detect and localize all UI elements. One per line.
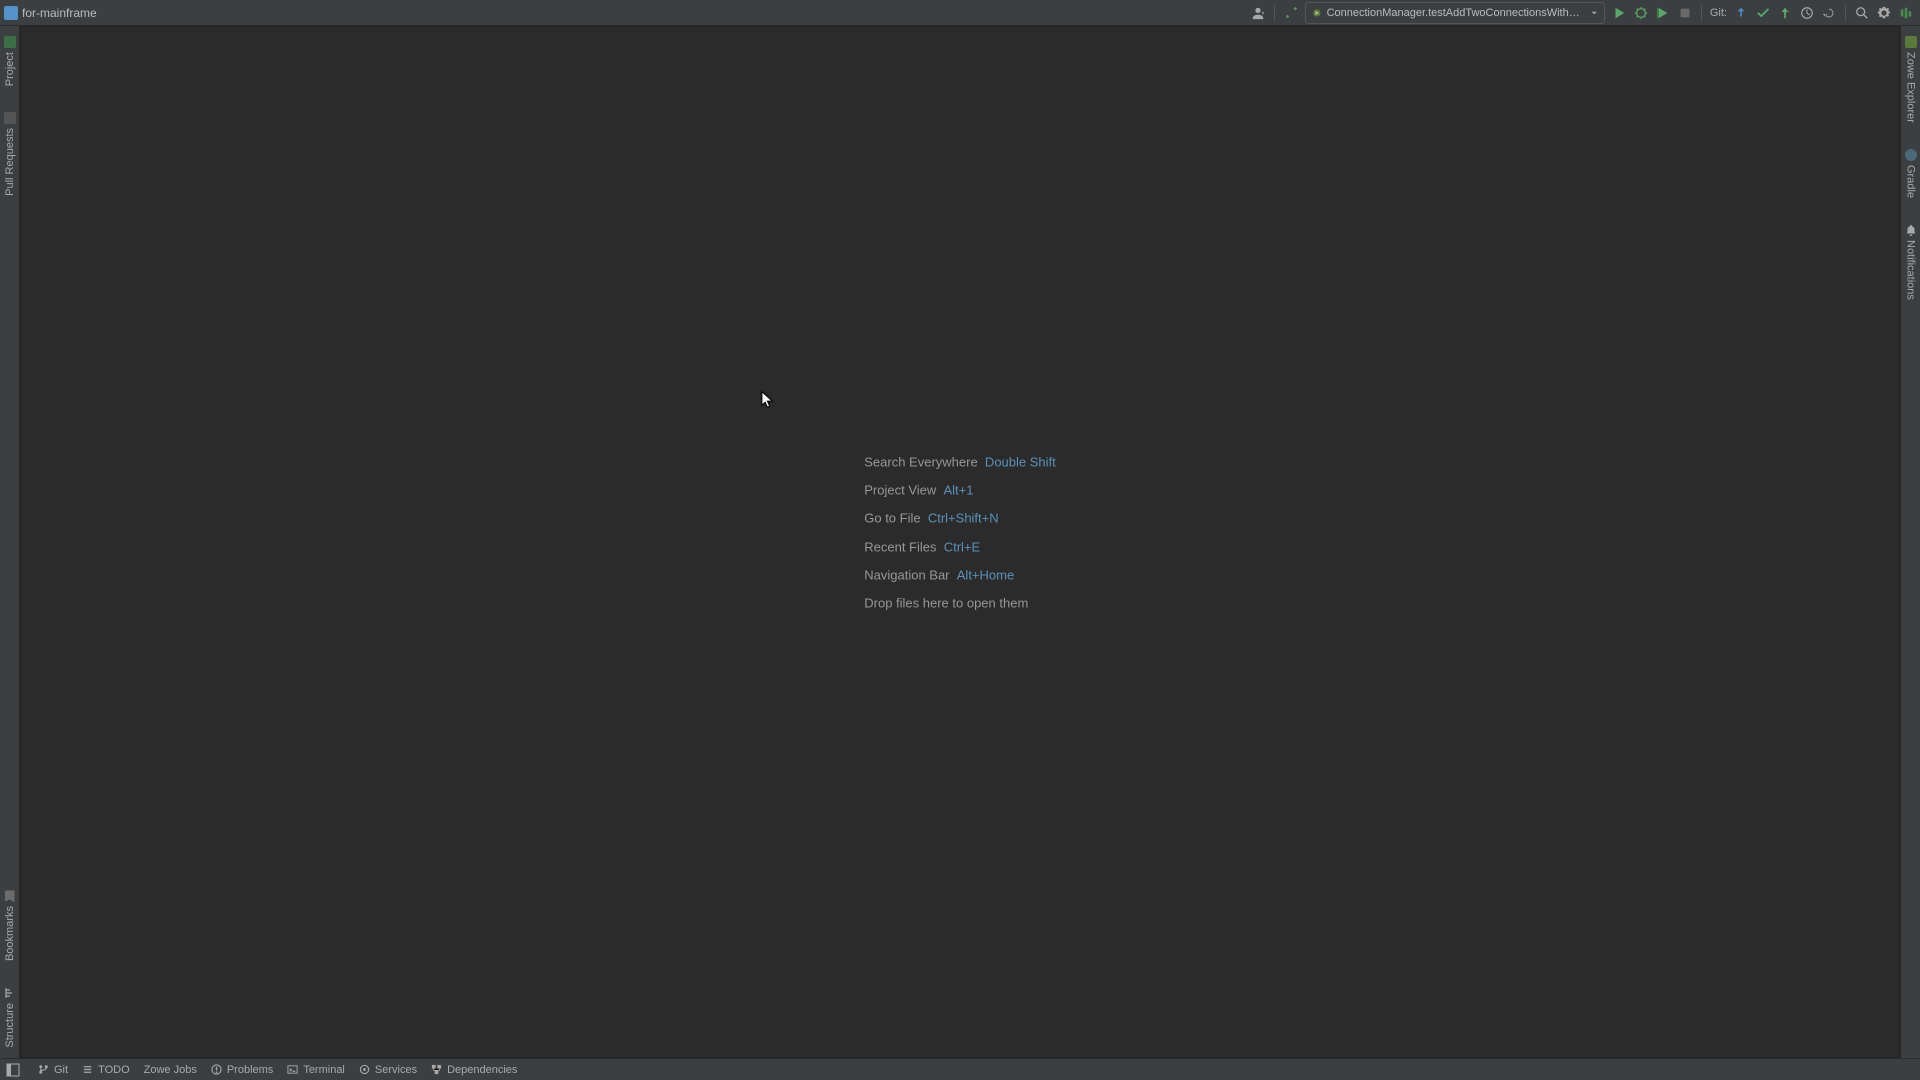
vcs-push-button[interactable] [1775,3,1795,23]
warning-icon [211,1064,222,1075]
toolwindow-zowe-explorer[interactable]: Zowe Explorer [1905,32,1917,127]
toolwindow-bookmarks-label: Bookmarks [4,906,16,961]
statusbar-zowe-jobs-label: Zowe Jobs [144,1064,197,1076]
vcs-update-button[interactable] [1731,3,1751,23]
toolwindow-notifications[interactable]: Notifications [1905,220,1917,304]
shortcut-label: Ctrl+Shift+N [928,511,999,526]
action-label: Recent Files [864,539,936,554]
git-branch-icon [38,1064,49,1075]
gradle-icon [1905,149,1917,161]
statusbar-todo[interactable]: TODO [82,1064,130,1076]
tool-windows-button[interactable] [6,1063,20,1077]
build-button[interactable] [1281,3,1301,23]
list-icon [82,1064,93,1075]
toolwindow-structure[interactable]: Structure [4,983,16,1052]
right-tool-window-strip: Zowe Explorer Gradle Notifications [1900,26,1920,1058]
git-label: Git: [1710,7,1727,19]
toolwindow-zowe-explorer-label: Zowe Explorer [1905,52,1917,123]
statusbar-terminal[interactable]: Terminal [287,1064,345,1076]
action-label: Go to File [864,511,920,526]
vcs-history-button[interactable] [1797,3,1817,23]
statusbar-todo-label: TODO [98,1064,130,1076]
settings-button[interactable] [1874,3,1894,23]
toolwindow-pull-requests-label: Pull Requests [4,128,16,196]
editor-area[interactable]: Search Everywhere Double Shift Project V… [20,26,1900,1058]
status-bar: Git TODO Zowe Jobs Problems Terminal Ser… [0,1058,1920,1080]
vcs-rollback-button[interactable] [1819,3,1839,23]
toolwindow-project[interactable]: Project [4,32,16,90]
pull-request-icon [4,112,16,124]
action-project-view[interactable]: Project View Alt+1 [864,482,1056,500]
run-configuration-label: ConnectionManager.testAddTwoConnectionsW… [1327,7,1585,19]
navigation-bar: for-mainframe ConnectionManager.testAddT… [0,0,1920,26]
action-go-to-file[interactable]: Go to File Ctrl+Shift+N [864,510,1056,528]
statusbar-problems[interactable]: Problems [211,1064,273,1076]
debug-button[interactable] [1631,3,1651,23]
terminal-icon [287,1064,298,1075]
toolwindow-structure-label: Structure [4,1003,16,1048]
shortcut-label: Alt+1 [943,483,973,498]
zowe-icon [1905,36,1917,48]
action-navigation-bar[interactable]: Navigation Bar Alt+Home [864,566,1056,584]
statusbar-problems-label: Problems [227,1064,273,1076]
ide-status-button[interactable] [1896,3,1916,23]
services-icon [359,1064,370,1075]
project-folder-icon [4,6,18,20]
chevron-down-icon [1591,9,1597,17]
toolwindow-bookmarks[interactable]: Bookmarks [4,886,16,965]
drop-files-hint: Drop files here to open them [864,594,1056,612]
statusbar-services[interactable]: Services [359,1064,417,1076]
statusbar-git-label: Git [54,1064,68,1076]
editor-empty-state: Search Everywhere Double Shift Project V… [864,443,1056,622]
separator [1274,5,1275,21]
action-search-everywhere[interactable]: Search Everywhere Double Shift [864,453,1056,471]
run-configuration-selector[interactable]: ConnectionManager.testAddTwoConnectionsW… [1305,2,1605,24]
statusbar-services-label: Services [375,1064,417,1076]
project-icon [4,36,16,48]
shortcut-label: Ctrl+E [944,539,980,554]
code-with-me-button[interactable] [1248,3,1268,23]
structure-icon [4,987,16,999]
action-label: Navigation Bar [864,567,949,582]
run-with-coverage-button[interactable] [1653,3,1673,23]
toolwindow-gradle-label: Gradle [1905,165,1917,198]
shortcut-label: Alt+Home [957,567,1014,582]
stop-button[interactable] [1675,3,1695,23]
project-name[interactable]: for-mainframe [22,6,97,20]
run-button[interactable] [1609,3,1629,23]
action-label: Search Everywhere [864,454,977,469]
search-everywhere-button[interactable] [1852,3,1872,23]
vcs-commit-button[interactable] [1753,3,1773,23]
action-label: Project View [864,483,936,498]
statusbar-git[interactable]: Git [38,1064,68,1076]
statusbar-dependencies-label: Dependencies [447,1064,517,1076]
statusbar-terminal-label: Terminal [303,1064,345,1076]
statusbar-dependencies[interactable]: Dependencies [431,1064,517,1076]
toolwindow-project-label: Project [4,52,16,86]
left-tool-window-strip: Project Pull Requests Bookmarks Structur… [0,26,20,1058]
dependencies-icon [431,1064,442,1075]
toolwindow-gradle[interactable]: Gradle [1905,145,1917,202]
bell-icon [1905,224,1917,236]
toolwindow-pull-requests[interactable]: Pull Requests [4,108,16,200]
statusbar-zowe-jobs[interactable]: Zowe Jobs [144,1064,197,1076]
shortcut-label: Double Shift [985,454,1056,469]
toolwindow-notifications-label: Notifications [1905,240,1917,300]
action-recent-files[interactable]: Recent Files Ctrl+E [864,538,1056,556]
bookmark-icon [5,890,15,902]
separator [1701,5,1702,21]
separator [1845,5,1846,21]
